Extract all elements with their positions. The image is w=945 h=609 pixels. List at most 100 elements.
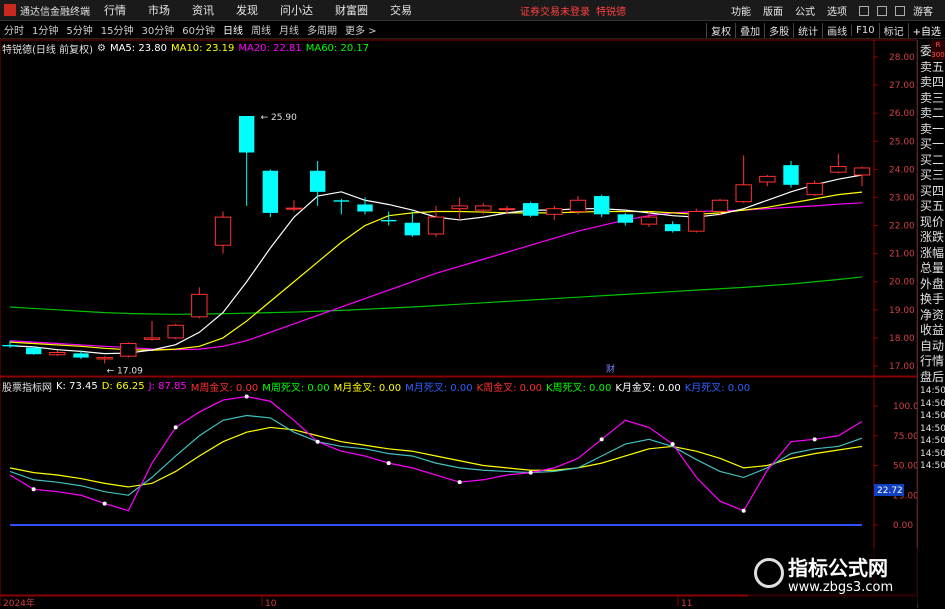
candle-body-up	[96, 357, 113, 360]
candle-body-down	[2, 344, 18, 347]
candle-body-down	[522, 203, 539, 216]
j-dot	[741, 508, 746, 513]
right-sidebar: R 300 委比卖五卖四卖三卖二卖一买一买二买三买四买五现价涨跌涨幅总量外盘换手…	[917, 40, 945, 608]
ma60-line	[9, 276, 863, 315]
sidebar-item[interactable]: 14:50	[918, 448, 945, 461]
candle-body-down	[309, 170, 326, 192]
indicator-tick-label: 75.00	[893, 432, 917, 442]
sidebar-item[interactable]: 换手	[918, 292, 945, 308]
sidebar-item[interactable]: 卖四	[918, 75, 945, 91]
price-tick-label: 17.00	[889, 362, 915, 372]
sidebar-item[interactable]: 14:50	[918, 398, 945, 411]
sidebar-item[interactable]: 14:50	[918, 435, 945, 448]
ma5-line	[9, 174, 863, 355]
date-label: 2024年	[3, 597, 35, 609]
j-dot	[102, 501, 107, 506]
low-annotation: ← 17.09	[107, 366, 143, 376]
candle-body-down	[333, 200, 350, 202]
j-dot	[670, 442, 675, 447]
j-dot	[244, 394, 249, 399]
watermark-logo-icon	[754, 558, 784, 588]
candle-body-down	[404, 222, 421, 236]
candle-body-down	[593, 196, 610, 215]
sidebar-item[interactable]: 买一	[918, 137, 945, 153]
sidebar-item[interactable]: 总量	[918, 261, 945, 277]
candle-body-down	[25, 347, 42, 355]
candle-body-up	[735, 184, 752, 203]
candle-body-down	[783, 165, 799, 185]
sidebar-item[interactable]: 净资	[918, 308, 945, 324]
j-dot	[173, 425, 178, 430]
j-dot	[457, 480, 462, 485]
price-tick-label: 24.00	[889, 165, 915, 175]
sidebar-item[interactable]: 卖五	[918, 60, 945, 76]
sidebar-item[interactable]: 卖三	[918, 91, 945, 107]
cai-marker: 财	[606, 363, 615, 375]
candle-body-down	[357, 204, 373, 212]
sidebar-item[interactable]: 买三	[918, 168, 945, 184]
candle-body-up	[167, 324, 184, 339]
sidebar-item[interactable]: 买二	[918, 153, 945, 169]
j-dot	[812, 437, 817, 442]
candle-body-up	[451, 205, 468, 210]
indicator-tick-label: 50.00	[893, 462, 917, 472]
candle-body-up	[427, 216, 445, 235]
sidebar-item[interactable]: 现价	[918, 215, 945, 231]
sidebar-item[interactable]: 14:50	[918, 423, 945, 436]
d-line	[9, 426, 863, 488]
sidebar-item[interactable]: 买四	[918, 184, 945, 200]
j-dot	[31, 487, 36, 492]
sidebar-item[interactable]: 14:50	[918, 410, 945, 423]
candle-body-up	[640, 216, 658, 225]
indicator-tick-label: 0.00	[893, 521, 913, 531]
watermark: 指标公式网 www.zbgs3.com	[748, 548, 918, 604]
sidebar-item[interactable]: 自动	[918, 339, 945, 355]
sidebar-item[interactable]: 盘后	[918, 370, 945, 386]
j-dot	[599, 437, 604, 442]
candle-body-up	[120, 343, 137, 357]
sidebar-item[interactable]: 卖一	[918, 122, 945, 138]
candle-body-down	[238, 115, 255, 153]
price-tick-label: 19.00	[889, 306, 915, 316]
candle-body-up	[806, 182, 823, 196]
candle-body-down	[617, 214, 634, 223]
sidebar-item[interactable]: 14:50	[918, 385, 945, 398]
price-tick-label: 25.00	[889, 137, 915, 147]
sidebar-item[interactable]: 买五	[918, 199, 945, 215]
price-tick-label: 27.00	[889, 81, 915, 91]
candle-body-up	[569, 199, 587, 213]
j-dot	[386, 461, 391, 466]
sidebar-item[interactable]: 14:50	[918, 460, 945, 473]
j-dot	[315, 439, 320, 444]
candle-body-down	[262, 170, 279, 213]
price-tick-label: 28.00	[889, 53, 915, 63]
j-dot	[528, 470, 533, 475]
candle-body-up	[143, 337, 161, 340]
candle-body-up	[759, 175, 776, 183]
candle-body-up	[498, 208, 516, 211]
sidebar-item[interactable]: 外盘	[918, 277, 945, 293]
sidebar-item[interactable]: 卖二	[918, 106, 945, 122]
sidebar-item[interactable]: 涨幅	[918, 246, 945, 262]
sidebar-item[interactable]: 收益	[918, 323, 945, 339]
price-tick-label: 23.00	[889, 193, 915, 203]
candle-body-up	[285, 207, 303, 210]
candle-body-up	[830, 166, 847, 173]
price-tick-label: 26.00	[889, 109, 915, 119]
candle-body-up	[49, 352, 66, 356]
candle-body-down	[380, 219, 397, 222]
j-line	[9, 395, 863, 512]
price-tick-label: 21.00	[889, 250, 915, 260]
sidebar-item[interactable]: 行情	[918, 354, 945, 370]
high-annotation: ← 25.90	[261, 113, 297, 123]
candle-body-up	[475, 205, 492, 211]
candle-body-up	[546, 208, 563, 215]
indicator-tick-label: 100.0	[893, 402, 917, 412]
sidebar-item[interactable]: 涨跌	[918, 230, 945, 246]
price-chart[interactable]: 28.00 27.00 26.00 25.00 24.00 23.00 22.00 21.00…	[0, 0, 917, 609]
candle-body-up	[711, 199, 729, 213]
date-label: 10	[265, 599, 277, 609]
watermark-title: 指标公式网	[788, 556, 888, 580]
side-tag[interactable]: R 300	[931, 40, 945, 60]
candle-body-up	[214, 216, 232, 246]
